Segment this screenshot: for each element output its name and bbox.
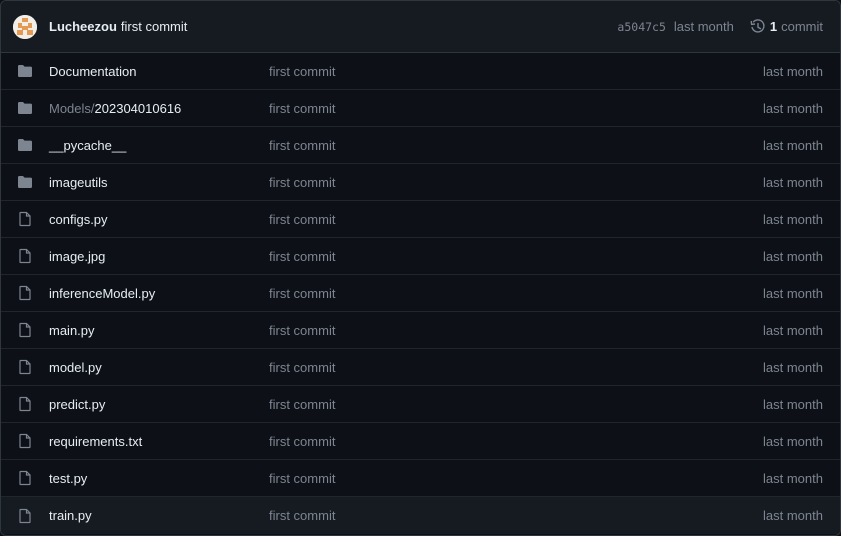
file-icon [17,508,33,524]
folder-icon [17,100,33,116]
folder-icon [17,137,33,153]
file-commit-message[interactable]: first commit [269,434,763,449]
file-name-text: configs.py [49,211,108,227]
file-row[interactable]: image.jpg first commit last month [1,238,840,275]
file-row[interactable]: main.py first commit last month [1,312,840,349]
file-name-link[interactable]: imageutils [49,175,269,190]
file-name-link[interactable]: Documentation [49,64,269,79]
file-commit-message[interactable]: first commit [269,397,763,412]
file-commit-message[interactable]: first commit [269,249,763,264]
file-commit-time: last month [763,248,823,264]
file-name-text: inferenceModel.py [49,285,156,301]
file-name-link[interactable]: test.py [49,471,269,486]
file-commit-message[interactable]: first commit [269,212,763,227]
file-icon [17,470,33,486]
file-commit-time: last month [763,285,823,301]
commit-sha[interactable]: a5047c5 [617,20,665,34]
file-icon [17,396,33,412]
latest-commit-bar: Lucheezou first commit a5047c5 last mont… [1,1,840,53]
file-icon [17,248,33,264]
file-commit-message[interactable]: first commit [269,286,763,301]
file-commit-message[interactable]: first commit [269,138,763,153]
file-browser: Lucheezou first commit a5047c5 last mont… [0,0,841,536]
file-row[interactable]: requirements.txt first commit last month [1,423,840,460]
file-commit-time: last month [763,470,823,486]
file-name-text: main.py [49,322,95,338]
file-name-text: __pycache__ [49,137,127,153]
commit-time: last month [673,19,734,34]
file-list: Documentation first commit last month Model… [1,53,840,534]
file-commit-message[interactable]: first commit [269,508,763,523]
avatar[interactable] [13,14,37,39]
file-row[interactable]: test.py first commit last month [1,460,840,497]
file-name-link[interactable]: requirements.txt [49,434,269,449]
file-commit-message[interactable]: first commit [269,471,763,486]
file-row[interactable]: inferenceModel.py first commit last month [1,275,840,312]
file-row[interactable]: model.py first commit last month [1,349,840,386]
file-name-text: imageutils [49,174,108,190]
commit-history-link[interactable]: 1 commit [750,18,823,35]
file-name-link[interactable]: image.jpg [49,249,269,264]
file-commit-time: last month [763,63,823,79]
file-commit-time: last month [763,508,823,523]
file-name-link[interactable]: __pycache__ [49,138,269,153]
file-name-text: train.py [49,508,92,523]
history-icon [750,18,765,33]
file-icon [17,285,33,301]
file-name-text: model.py [49,359,102,375]
file-name-text: Documentation [49,63,137,79]
file-name-link[interactable]: configs.py [49,212,269,227]
commit-count: 1 [769,19,778,34]
folder-icon [17,174,33,190]
file-name-link[interactable]: main.py [49,323,269,338]
file-commit-message[interactable]: first commit [269,101,763,116]
path-prefix: Models/ [49,100,95,116]
file-row[interactable]: predict.py first commit last month [1,386,840,423]
commit-label: commit [781,19,823,34]
file-name-text: test.py [49,470,88,486]
file-row[interactable]: __pycache__ first commit last month [1,127,840,164]
file-name-text: 202304010616 [94,100,182,116]
file-commit-time: last month [763,137,823,153]
file-commit-time: last month [763,433,823,449]
file-commit-time: last month [763,211,823,227]
file-commit-message[interactable]: first commit [269,175,763,190]
file-icon [17,433,33,449]
file-icon [17,322,33,338]
file-name-text: image.jpg [49,248,106,264]
file-commit-time: last month [763,174,823,190]
file-commit-time: last month [763,396,823,412]
file-name-link[interactable]: train.py [49,508,269,523]
file-row[interactable]: train.py first commit last month [1,497,840,534]
file-row[interactable]: Documentation first commit last month [1,53,840,90]
file-name-text: requirements.txt [49,433,143,449]
file-name-link[interactable]: Models/202304010616 [49,101,269,116]
commit-author[interactable]: Lucheezou [49,19,117,34]
file-name-link[interactable]: model.py [49,360,269,375]
file-row[interactable]: imageutils first commit last month [1,164,840,201]
file-commit-time: last month [763,100,823,116]
commit-message[interactable]: first commit [121,19,187,34]
file-commit-message[interactable]: first commit [269,360,763,375]
file-row[interactable]: configs.py first commit last month [1,201,840,238]
file-icon [17,211,33,227]
file-name-link[interactable]: predict.py [49,397,269,412]
file-commit-time: last month [763,322,823,338]
file-commit-time: last month [763,359,823,375]
folder-icon [17,63,33,79]
file-row[interactable]: Models/202304010616 first commit last mont… [1,90,840,127]
file-icon [17,359,33,375]
file-name-text: predict.py [49,396,106,412]
file-name-link[interactable]: inferenceModel.py [49,286,269,301]
file-commit-message[interactable]: first commit [269,64,763,79]
file-commit-message[interactable]: first commit [269,323,763,338]
